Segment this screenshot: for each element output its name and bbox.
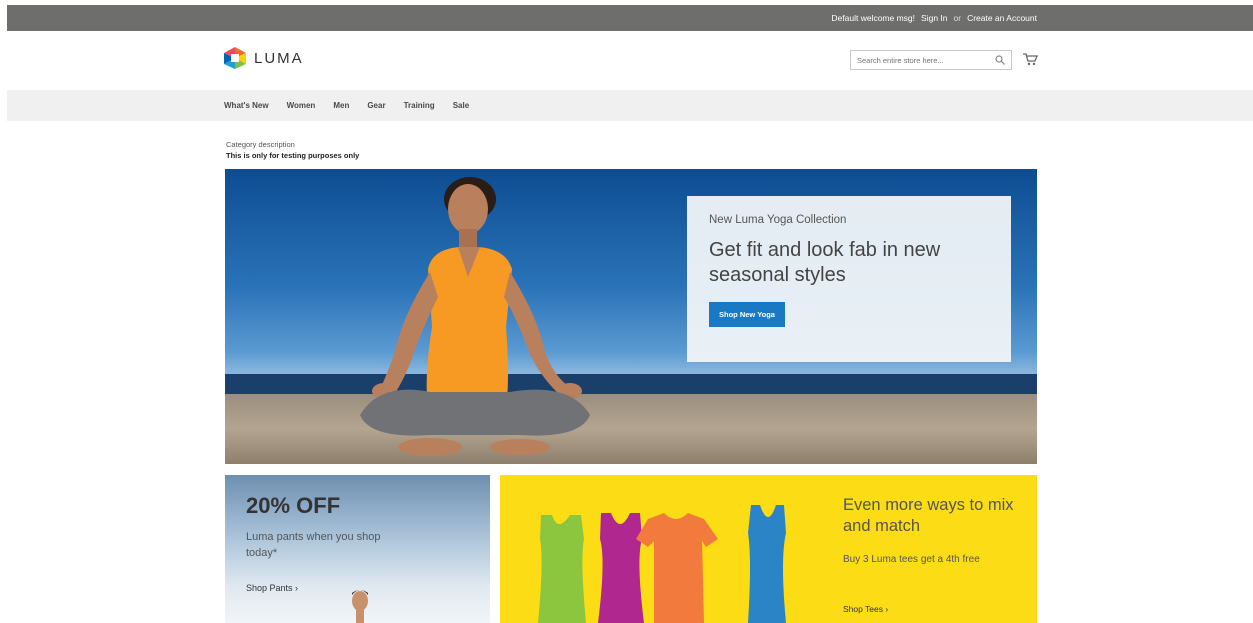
nav-item-training[interactable]: Training [404,101,435,110]
hero-card: New Luma Yoga Collection Get fit and loo… [687,196,1011,362]
logo[interactable]: LUMA [224,47,304,69]
logo-text: LUMA [254,49,304,67]
shop-tees-link[interactable]: Shop Tees › [843,604,888,614]
category-description-text: This is only for testing purposes only [226,151,360,160]
search-box[interactable] [850,50,1012,70]
hero-kicker: New Luma Yoga Collection [709,214,847,226]
nav-item-women[interactable]: Women [287,101,316,110]
nav-item-men[interactable]: Men [333,101,349,110]
shop-pants-link[interactable]: Shop Pants › [246,583,298,593]
hero-banner[interactable]: New Luma Yoga Collection Get fit and loo… [225,169,1037,464]
tees-image [538,505,786,623]
hero-title: Get fit and look fab in new seasonal sty… [709,239,941,286]
welcome-message: Default welcome msg! [831,13,916,23]
category-description-label: Category description [226,140,295,149]
create-account-link[interactable]: Create an Account [967,13,1037,23]
search-icon[interactable] [995,55,1005,65]
promo-tees[interactable]: Even more ways to mix and match Buy 3 Lu… [500,475,1037,623]
promo-pants-title: 20% OFF [246,493,341,518]
top-links: Default welcome msg! Sign In or Create a… [831,5,1037,31]
sign-in-link[interactable]: Sign In [921,13,947,23]
man-image [352,590,368,623]
nav-item-whats-new[interactable]: What's New [224,101,269,110]
luma-logo-icon [224,47,246,69]
cart-icon[interactable] [1022,52,1038,66]
main-navigation: What's New Women Men Gear Training Sale [7,90,1253,121]
promo-pants[interactable]: 20% OFF Luma pants when you shop today* … [225,475,490,623]
search-input[interactable] [851,51,1001,69]
promo-tees-title: Even more ways to mix and match [843,496,1014,535]
or-separator: or [953,13,962,23]
promo-tees-text: Buy 3 Luma tees get a 4th free [843,554,980,565]
yoga-woman-image [360,177,590,456]
nav-item-sale[interactable]: Sale [453,101,469,110]
promo-pants-text: Luma pants when you shop today* [246,531,381,559]
shop-new-yoga-button[interactable]: Shop New Yoga [709,302,785,327]
nav-item-gear[interactable]: Gear [367,101,385,110]
top-bar: Default welcome msg! Sign In or Create a… [7,5,1253,31]
